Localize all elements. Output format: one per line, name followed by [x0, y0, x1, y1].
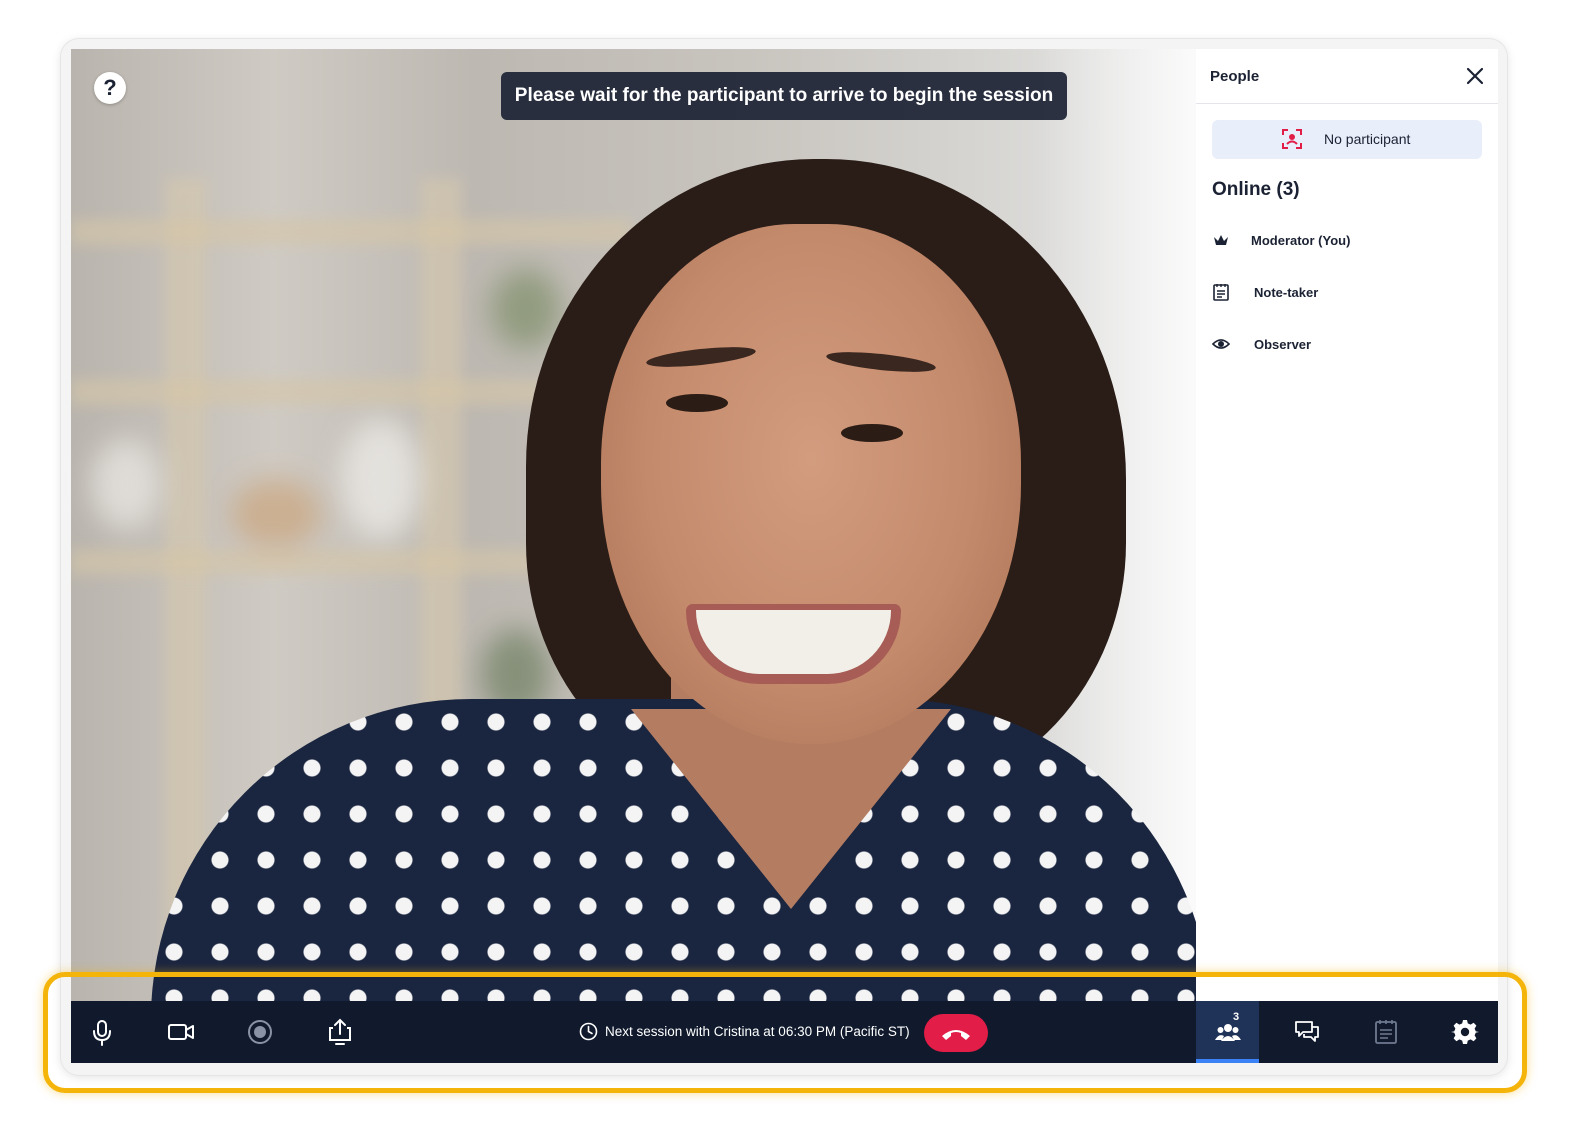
- role-label: Observer: [1254, 337, 1312, 352]
- help-button[interactable]: ?: [94, 72, 126, 104]
- background-object: [231, 479, 321, 549]
- people-count-badge: 3: [1233, 1011, 1240, 1023]
- record-button[interactable]: [244, 1016, 276, 1048]
- next-session-text: Next session with Cristina at 06:30 PM (…: [605, 1024, 910, 1039]
- person-eye: [666, 394, 728, 412]
- camera-icon: [168, 1024, 194, 1040]
- online-count-heading: Online (3): [1212, 179, 1300, 200]
- tab-chat[interactable]: [1275, 1001, 1338, 1063]
- eye-icon: [1212, 339, 1230, 349]
- panel-tabs: 3: [1196, 1001, 1498, 1063]
- waiting-banner: Please wait for the participant to arriv…: [501, 72, 1067, 120]
- mute-button[interactable]: [86, 1016, 118, 1048]
- person-eye: [841, 424, 903, 442]
- role-note-taker: Note-taker: [1212, 281, 1482, 305]
- record-icon: [248, 1020, 272, 1044]
- notepad-icon: [1213, 284, 1229, 301]
- end-call-button[interactable]: [924, 1014, 988, 1052]
- tab-people[interactable]: 3: [1196, 1001, 1259, 1063]
- close-icon: [1466, 67, 1484, 85]
- participant-frame-icon: [1282, 129, 1302, 149]
- hang-up-icon: [942, 1030, 970, 1040]
- call-toolbar: Next session with Cristina at 06:30 PM (…: [71, 1001, 1498, 1063]
- clock-icon: [579, 1022, 598, 1041]
- no-participant-label: No participant: [1324, 131, 1411, 147]
- panel-title: People: [1210, 68, 1260, 85]
- role-observer: Observer: [1212, 333, 1482, 357]
- gear-icon: [1451, 1020, 1479, 1044]
- tab-notes[interactable]: [1354, 1001, 1417, 1063]
- background-plant: [491, 269, 561, 349]
- crown-icon: [1214, 235, 1228, 245]
- share-screen-button[interactable]: [324, 1016, 356, 1048]
- people-panel: People No participant Online (3) Moderat…: [1196, 49, 1498, 1001]
- role-label: Moderator (You): [1251, 233, 1351, 248]
- panel-header: People: [1196, 49, 1498, 104]
- camera-button[interactable]: [165, 1016, 197, 1048]
- background-shelf: [71, 219, 631, 245]
- role-label: Note-taker: [1254, 285, 1319, 300]
- no-participant-card: No participant: [1212, 120, 1482, 159]
- notes-icon: [1375, 1020, 1397, 1044]
- background-vase: [91, 439, 161, 529]
- chat-icon: [1295, 1021, 1319, 1042]
- tab-settings[interactable]: [1433, 1001, 1496, 1063]
- role-moderator: Moderator (You): [1212, 229, 1482, 253]
- background-vase: [341, 419, 421, 539]
- video-call-app: ? Please wait for the participant to arr…: [71, 49, 1498, 1063]
- share-screen-icon: [329, 1018, 351, 1045]
- close-panel-button[interactable]: [1464, 65, 1486, 87]
- participant-video: ? Please wait for the participant to arr…: [71, 49, 1196, 1001]
- microphone-icon: [93, 1020, 111, 1046]
